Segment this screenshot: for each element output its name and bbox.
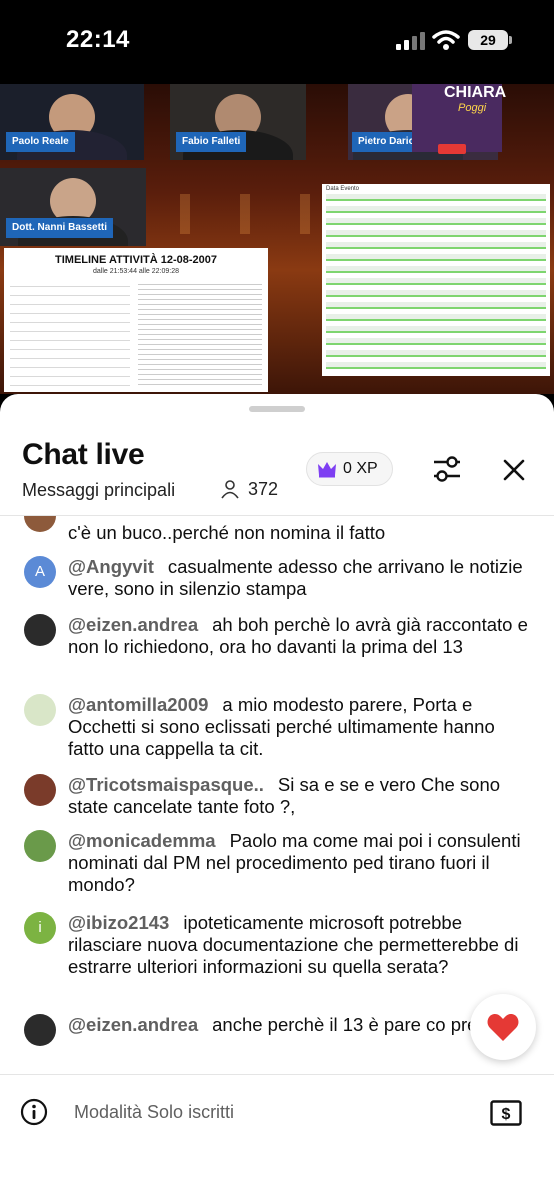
message-text: @eizen.andrea anche perchè il 13 è pare c… xyxy=(68,1014,528,1036)
chat-title: Chat live xyxy=(22,438,145,471)
message-body: anche perchè il 13 è pare co preciso xyxy=(212,1014,511,1035)
timeline-title: TIMELINE ATTIVITÀ 12-08-2007 xyxy=(55,254,217,266)
chat-message-list[interactable]: c'è un buco..perché non nomina il fatto … xyxy=(0,516,554,1070)
participant-nameplate: Fabio Falleti xyxy=(176,132,247,152)
xp-button[interactable]: 0 XP xyxy=(306,452,393,486)
timeline-document: TIMELINE ATTIVITÀ 12-08-2007 dalle 21:53… xyxy=(4,248,268,392)
timeline-right-column xyxy=(138,280,262,386)
participant-tile: Fabio Falleti xyxy=(170,84,306,160)
live-chat-panel: Chat live Messaggi principali 372 0 XP c… xyxy=(0,394,554,1200)
message-author[interactable]: @Tricotsmaispasque.. xyxy=(68,774,264,795)
message-author[interactable]: @Angyvit xyxy=(68,556,154,577)
event-log-document: Data Evento xyxy=(322,184,550,376)
sheet-drag-handle[interactable] xyxy=(249,406,305,412)
cellular-signal-icon xyxy=(396,32,425,50)
message-text: @Angyvit casualmente adesso che arrivano … xyxy=(68,556,528,600)
participant-nameplate: Paolo Reale xyxy=(6,132,75,152)
user-avatar[interactable]: i xyxy=(24,912,56,944)
message-body: c'è un buco..perché non nomina il fatto xyxy=(68,522,386,543)
sliders-icon[interactable] xyxy=(430,452,464,486)
user-avatar[interactable]: A xyxy=(24,556,56,588)
xp-label: 0 XP xyxy=(343,460,378,477)
logo-text: CHIARA xyxy=(444,84,507,101)
subscribers-only-mode-label: Modalità Solo iscritti xyxy=(74,1102,235,1122)
participant-tile: Paolo Reale xyxy=(0,84,144,160)
user-avatar[interactable] xyxy=(24,614,56,646)
status-time: 22:14 xyxy=(66,26,130,53)
footer-divider xyxy=(0,1074,554,1075)
message-author[interactable]: @monicademma xyxy=(68,830,216,851)
crown-icon xyxy=(318,462,336,478)
heart-icon xyxy=(487,1014,519,1041)
user-avatar[interactable] xyxy=(24,694,56,726)
close-icon[interactable] xyxy=(498,454,530,486)
user-avatar[interactable] xyxy=(24,830,56,862)
user-avatar[interactable] xyxy=(24,516,56,532)
info-icon[interactable] xyxy=(20,1098,48,1126)
chat-filter-dropdown[interactable]: Messaggi principali xyxy=(22,480,175,501)
message-author[interactable]: @eizen.andrea xyxy=(68,1014,198,1035)
wifi-icon xyxy=(432,30,460,50)
show-logo: CHIARA Poggi xyxy=(412,84,506,152)
super-chat-dollar-icon[interactable]: $ xyxy=(490,1100,522,1126)
participant-tile: Dott. Nanni Bassetti xyxy=(0,168,146,246)
battery-level: 29 xyxy=(480,32,496,48)
viewer-count: 372 xyxy=(220,478,278,500)
event-log-header: Data Evento xyxy=(326,186,360,192)
subscribe-badge xyxy=(438,144,466,154)
message-author[interactable]: @eizen.andrea xyxy=(68,614,198,635)
video-player[interactable]: Paolo Reale Fabio Falleti Pietro Dario Q… xyxy=(0,84,554,394)
message-text: @eizen.andrea ah boh perchè lo avrà già r… xyxy=(68,614,528,658)
timeline-left-column xyxy=(10,280,130,386)
avatar-letter: A xyxy=(34,563,45,580)
logo-subtext: Poggi xyxy=(458,102,487,114)
svg-text:$: $ xyxy=(502,1106,511,1123)
message-text: @monicademma Paolo ma come mai poi i cons… xyxy=(68,830,528,896)
participant-nameplate: Dott. Nanni Bassetti xyxy=(6,218,114,238)
timeline-subtitle: dalle 21:53:44 alle 22:09:28 xyxy=(92,268,180,275)
message-text: @ibizo2143 ipoteticamente microsoft potre… xyxy=(68,912,528,978)
event-log-rows xyxy=(326,194,546,372)
avatar-letter: i xyxy=(38,919,42,936)
message-text: @Tricotsmaispasque.. Si sa e se e vero Ch… xyxy=(68,774,528,818)
user-avatar[interactable] xyxy=(24,1014,56,1046)
message-author[interactable]: @antomilla2009 xyxy=(68,694,208,715)
user-avatar[interactable] xyxy=(24,774,56,806)
message-text: @antomilla2009 a mio modesto parere, Port… xyxy=(68,694,528,760)
message-text: c'è un buco..perché non nomina il fatto xyxy=(68,522,528,544)
heart-reaction-button[interactable] xyxy=(470,994,536,1060)
status-bar: 22:14 29 xyxy=(0,0,554,84)
person-icon xyxy=(221,480,239,499)
viewer-count-value: 372 xyxy=(248,478,279,499)
battery-indicator: 29 xyxy=(468,30,512,50)
message-author[interactable]: @ibizo2143 xyxy=(68,912,169,933)
